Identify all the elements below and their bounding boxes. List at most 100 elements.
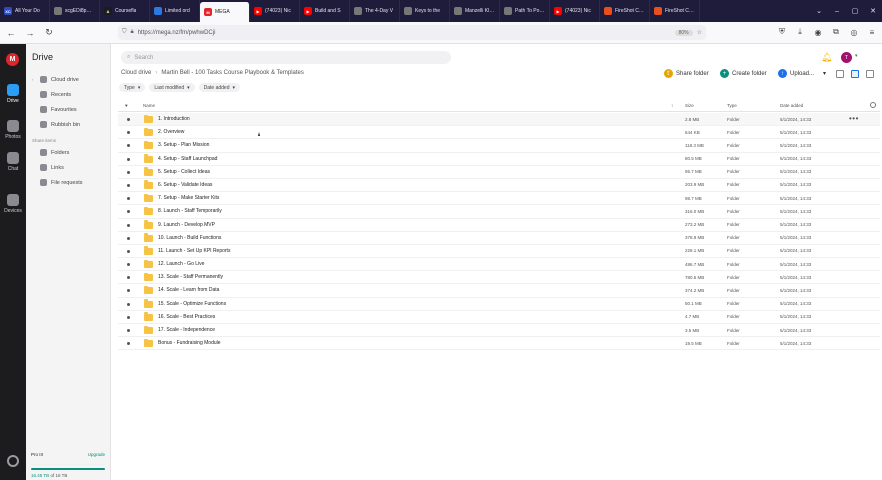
forward-icon[interactable]: → — [22, 25, 38, 41]
extensions-icon[interactable]: ⧉ — [830, 25, 842, 39]
browser-tab[interactable]: FireShot Capture — [600, 0, 650, 22]
browser-tab[interactable]: ▶ (74023) Nic — [550, 0, 600, 22]
expand-dot-icon[interactable] — [127, 276, 130, 280]
table-row[interactable]: 15. Scale - Optimize Functions 50.1 MB Fol… — [118, 298, 880, 311]
browser-tab[interactable]: XC All Your Do — [0, 0, 50, 22]
chevron-right-icon[interactable]: › — [32, 77, 36, 82]
rail-item-chat[interactable]: Chat — [0, 152, 26, 172]
table-row[interactable]: 7. Setup - Make Starter Kits 98.7 MB Folde… — [118, 192, 880, 206]
sidebar-item-recents[interactable]: Recents — [32, 91, 71, 98]
row-name[interactable]: 15. Scale - Optimize Functions — [158, 301, 226, 307]
row-name[interactable]: 16. Scale - Best Practices — [158, 314, 215, 320]
row-name[interactable]: 9. Launch - Develop MVP — [158, 222, 215, 228]
table-row[interactable]: 9. Launch - Develop MVP 273.2 MB Folder 5/1… — [118, 219, 880, 232]
row-name[interactable]: 7. Setup - Make Starter Kits — [158, 195, 219, 201]
avatar[interactable]: T — [841, 52, 852, 63]
table-row[interactable]: 17. Scale - Independence 3.5 MB Folder 5/1/… — [118, 324, 880, 338]
filter-type[interactable]: Type ▾ — [119, 83, 146, 92]
breadcrumb-root[interactable]: Cloud drive — [121, 70, 151, 76]
expand-dot-icon[interactable] — [127, 197, 130, 201]
more-options-icon[interactable]: ••• — [849, 114, 859, 123]
table-row[interactable]: 13. Scale - Staff Permanently 780.5 MB Fol… — [118, 271, 880, 285]
browser-tab[interactable]: scgEDi8pw2U — [50, 0, 100, 22]
minimize-icon[interactable]: – — [828, 0, 846, 22]
browser-tab[interactable]: ▶ Build and S — [300, 0, 350, 22]
browser-tab[interactable]: M MEGA — [200, 2, 250, 22]
table-row[interactable]: 6. Setup - Validate Ideas 203.9 MB Folder 5… — [118, 179, 880, 193]
lock-icon[interactable]: 🔒︎ — [131, 29, 134, 36]
expand-dot-icon[interactable] — [127, 131, 130, 135]
column-name[interactable]: Name — [143, 103, 155, 108]
browser-tab[interactable]: Keys to the — [400, 0, 450, 22]
expand-dot-icon[interactable] — [127, 289, 130, 293]
row-name[interactable]: 12. Launch - Go Live — [158, 261, 204, 267]
column-type[interactable]: Type — [727, 103, 737, 108]
favourite-column-icon[interactable]: ♥ — [125, 103, 128, 108]
expand-dot-icon[interactable] — [127, 236, 130, 240]
notification-bell-icon[interactable]: 🔔︎ — [821, 52, 832, 63]
expand-dot-icon[interactable] — [127, 315, 130, 319]
share-folder-button[interactable]: ⇪ Share folder — [664, 69, 709, 78]
thumbnail-view-icon[interactable] — [836, 70, 844, 78]
url-text[interactable]: https://mega.nz/fm/pwhwDCji — [138, 30, 671, 36]
pocket-icon[interactable]: ⛨ — [776, 25, 788, 39]
table-row[interactable]: 11. Launch - Set Up KPI Reports 228.1 MB F… — [118, 245, 880, 259]
table-row[interactable]: 1. Introduction 2.8 MB Folder 5/1/2024, 14:… — [118, 113, 880, 127]
table-row[interactable]: 8. Launch - Staff Temporarily 316.0 MB Fol… — [118, 205, 880, 219]
vpn-icon[interactable]: ◎ — [848, 25, 860, 39]
expand-dot-icon[interactable] — [127, 170, 130, 174]
expand-dot-icon[interactable] — [127, 249, 130, 253]
create-folder-button[interactable]: + Create folder — [720, 69, 767, 78]
sidebar-item-file-requests[interactable]: File requests — [32, 179, 83, 186]
bookmark-star-icon[interactable]: ☆ — [697, 29, 702, 36]
browser-tab[interactable]: FireShot Capture — [650, 0, 700, 22]
shield-icon[interactable]: ⛉ — [122, 29, 127, 36]
list-view-icon[interactable] — [851, 70, 859, 78]
expand-dot-icon[interactable] — [127, 223, 130, 227]
column-date-added[interactable]: Date added — [780, 103, 803, 108]
table-row[interactable]: 4. Setup - Staff Launchpad 80.5 MB Folder 5… — [118, 153, 880, 166]
row-name[interactable]: 5. Setup - Collect Ideas — [158, 169, 210, 175]
sidebar-item-rubbish-bin[interactable]: Rubbish bin — [32, 121, 80, 128]
row-name[interactable]: 17. Scale - Independence — [158, 327, 215, 333]
sort-arrow-icon[interactable]: ↑ — [671, 103, 673, 108]
upgrade-link[interactable]: Upgrade — [88, 452, 105, 464]
downloads-icon[interactable]: ⤓ — [794, 25, 806, 39]
table-row[interactable]: 10. Launch - Build Functions 378.9 MB Fold… — [118, 232, 880, 245]
row-name[interactable]: 14. Scale - Learn from Data — [158, 287, 219, 293]
browser-tab[interactable]: ▶ (74023) Nic — [250, 0, 300, 22]
rail-item-drive[interactable]: Drive — [0, 84, 26, 104]
row-name[interactable]: 10. Launch - Build Functions — [158, 235, 221, 241]
sidebar-item-cloud-drive[interactable]: › Cloud drive — [32, 76, 79, 83]
column-size[interactable]: Size — [685, 103, 694, 108]
zoom-level[interactable]: 80% — [674, 29, 693, 36]
search-bar[interactable]: ⌕ Search — [121, 51, 451, 64]
row-name[interactable]: 13. Scale - Staff Permanently — [158, 274, 223, 280]
browser-tab[interactable]: The 4-Day V — [350, 0, 400, 22]
menu-icon[interactable]: ≡ — [866, 25, 878, 39]
expand-dot-icon[interactable] — [127, 183, 130, 187]
expand-dot-icon[interactable] — [127, 329, 130, 332]
row-name[interactable]: 3. Setup - Plan Mission — [158, 142, 209, 148]
row-name[interactable]: 1. Introduction — [158, 116, 190, 122]
expand-dot-icon[interactable] — [127, 210, 130, 214]
upload-button[interactable]: ↑ Upload... ▾ — [778, 69, 826, 78]
table-row[interactable]: 14. Scale - Learn from Data 374.2 MB Folde… — [118, 284, 880, 298]
row-name[interactable]: 6. Setup - Validate Ideas — [158, 182, 212, 188]
address-bar[interactable]: ⛉ 🔒︎ https://mega.nz/fm/pwhwDCji 80% ☆ — [118, 25, 706, 40]
expand-dot-icon[interactable] — [127, 302, 130, 306]
mega-logo-icon[interactable]: M — [6, 53, 19, 66]
filter-last-modified[interactable]: Last modified ▾ — [149, 83, 195, 92]
table-row[interactable]: Bonus - Fundraising Module 19.5 MB Folder 5… — [118, 337, 880, 351]
browser-tab[interactable]: A Coursefla — [100, 0, 150, 22]
settings-icon[interactable] — [7, 455, 19, 467]
expand-dot-icon[interactable] — [127, 263, 130, 267]
reload-icon[interactable]: ↻ — [41, 25, 57, 41]
browser-tab[interactable]: Path To Power ( — [500, 0, 550, 22]
maximize-icon[interactable]: ▢ — [846, 0, 864, 22]
tab-list-icon[interactable]: ⌄ — [810, 0, 828, 22]
browser-tab[interactable]: Limited ord — [150, 0, 200, 22]
table-row[interactable]: 16. Scale - Best Practices 4.7 MB Folder 5/… — [118, 311, 880, 324]
search-input[interactable]: Search — [134, 55, 153, 61]
rail-item-photos[interactable]: Photos — [0, 120, 26, 140]
